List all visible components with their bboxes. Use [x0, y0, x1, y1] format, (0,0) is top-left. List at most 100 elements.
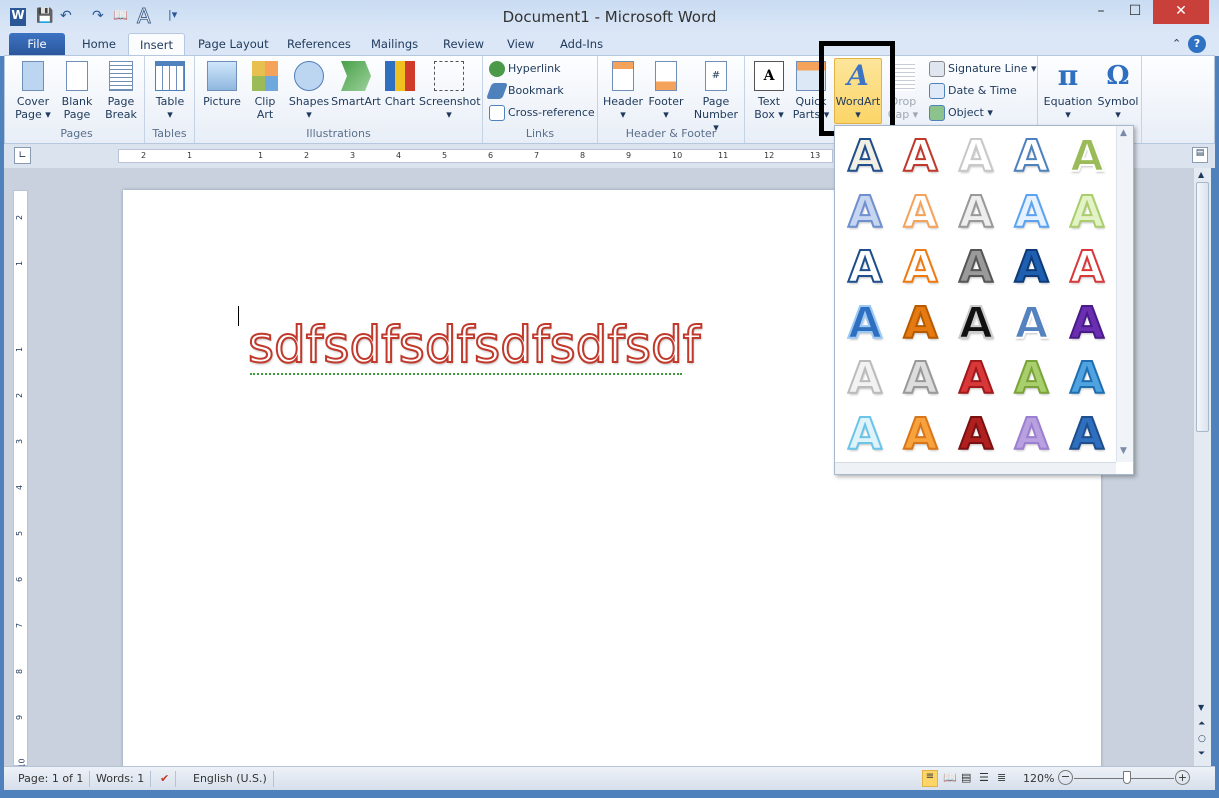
help-icon[interactable]: ?	[1188, 35, 1206, 53]
wordart-style-12[interactable]: A	[895, 241, 947, 295]
footer-button[interactable]: Footer ▾	[646, 59, 686, 121]
language[interactable]: English (U.S.)	[187, 771, 274, 787]
minimize-button[interactable]: –	[1084, 0, 1118, 24]
date-time-button[interactable]: Date & Time	[929, 81, 1017, 101]
scroll-up-icon[interactable]: ▲	[1120, 128, 1127, 138]
wordart-style-30[interactable]: A	[1061, 408, 1113, 462]
zoom-in-button[interactable]: +	[1175, 770, 1190, 785]
wordart-style-10[interactable]: A	[1061, 186, 1113, 240]
text-cursor	[238, 306, 239, 326]
tab-review[interactable]: Review	[432, 33, 495, 56]
wordart-style-21[interactable]: A	[839, 352, 891, 406]
next-page-icon[interactable]: ⏷	[1198, 749, 1205, 759]
tab-add-ins[interactable]: Add-Ins	[549, 33, 614, 56]
wordart-text[interactable]: sdfsdfsdfsdfsdfsdf	[247, 315, 701, 375]
smartart-button[interactable]: SmartArt	[331, 59, 381, 108]
tab-mailings[interactable]: Mailings	[360, 33, 429, 56]
wordart-style-18[interactable]: A	[950, 297, 1002, 351]
wordart-style-6[interactable]: A	[839, 186, 891, 240]
proofing-icon[interactable]: ✔	[154, 771, 177, 787]
wordart-style-29[interactable]: A	[1006, 408, 1058, 462]
scroll-thumb[interactable]	[1196, 182, 1209, 432]
wordart-style-7[interactable]: A	[895, 186, 947, 240]
shapes-button[interactable]: Shapes ▾	[287, 59, 331, 121]
screenshot-button[interactable]: Screenshot ▾	[419, 59, 481, 121]
wordart-style-28[interactable]: A	[950, 408, 1002, 462]
zoom-level[interactable]: 120%	[1023, 772, 1054, 785]
symbol-button[interactable]: Ω Symbol ▾	[1096, 59, 1140, 121]
zoom-out-button[interactable]: −	[1058, 770, 1073, 785]
header-button[interactable]: Header ▾	[602, 59, 644, 121]
equation-button[interactable]: π Equation ▾	[1042, 59, 1094, 122]
zoom-slider-thumb[interactable]	[1122, 771, 1131, 784]
wordart-style-3[interactable]: A	[950, 130, 1002, 184]
cover-page-button[interactable]: Cover Page ▾	[13, 59, 53, 121]
minimize-ribbon-icon[interactable]: ⌃	[1172, 37, 1181, 50]
vertical-scrollbar[interactable]: ▲ ▼ ⏶ ○ ⏷	[1193, 168, 1211, 766]
web-layout-icon[interactable]: ▤	[961, 771, 971, 784]
hyperlink-button[interactable]: Hyperlink	[489, 59, 561, 79]
tab-view[interactable]: View	[496, 33, 545, 56]
page-break-button[interactable]: Page Break	[101, 59, 141, 121]
page-count[interactable]: Page: 1 of 1	[12, 771, 91, 787]
ruler-tick-label: 2	[15, 392, 25, 399]
wordart-style-23[interactable]: A	[950, 352, 1002, 406]
horizontal-ruler[interactable]: 2 1 1 2 3 4 5 6 7 8 9 10 11 12 13	[118, 149, 833, 163]
cross-reference-button[interactable]: Cross-reference	[489, 103, 595, 123]
blank-page-button[interactable]: Blank Page	[59, 59, 95, 121]
wordart-style-20[interactable]: A	[1061, 297, 1113, 351]
chart-button[interactable]: Chart	[383, 59, 417, 108]
gallery-scrollbar[interactable]: ▲ ▼	[1116, 126, 1133, 462]
wordart-style-5[interactable]: A	[1061, 130, 1113, 184]
outline-icon[interactable]: ☰	[979, 771, 989, 784]
label: Text Box	[754, 95, 781, 121]
scroll-down-icon[interactable]: ▼	[1198, 703, 1204, 712]
view-ruler-icon[interactable]: ▤	[1192, 147, 1208, 163]
wordart-style-11[interactable]: A	[839, 241, 891, 295]
table-button[interactable]: Table ▾	[149, 59, 191, 121]
tab-page-layout[interactable]: Page Layout	[187, 33, 280, 56]
scroll-down-icon[interactable]: ▼	[1120, 446, 1127, 456]
picture-button[interactable]: Picture	[199, 59, 245, 108]
wordart-style-15[interactable]: A	[1061, 241, 1113, 295]
wordart-style-14[interactable]: A	[1006, 241, 1058, 295]
tab-selector[interactable]: ∟	[14, 147, 31, 164]
wordart-style-22[interactable]: A	[895, 352, 947, 406]
wordart-style-25[interactable]: A	[1061, 352, 1113, 406]
word-count[interactable]: Words: 1	[90, 771, 152, 787]
gallery-resize-bar[interactable]	[835, 462, 1116, 474]
wordart-style-2[interactable]: A	[895, 130, 947, 184]
label: Shapes	[288, 95, 330, 108]
draft-icon[interactable]: ≣	[997, 771, 1006, 784]
previous-page-icon[interactable]: ⏶	[1198, 719, 1205, 729]
scroll-up-icon[interactable]: ▲	[1198, 170, 1204, 179]
signature-line-button[interactable]: Signature Line ▾	[929, 59, 1037, 79]
wordart-style-17[interactable]: A	[895, 297, 947, 351]
wordart-style-4[interactable]: A	[1006, 130, 1058, 184]
wordart-style-16[interactable]: A	[839, 297, 891, 351]
ruler-tick-label: 8	[15, 668, 25, 675]
wordart-style-8[interactable]: A	[950, 186, 1002, 240]
print-layout-icon[interactable]: ≡	[922, 770, 938, 787]
wordart-style-27[interactable]: A	[895, 408, 947, 462]
tab-references[interactable]: References	[276, 33, 362, 56]
tab-insert[interactable]: Insert	[128, 33, 185, 56]
bookmark-button[interactable]: Bookmark	[486, 81, 564, 101]
wordart-style-9[interactable]: A	[1006, 186, 1058, 240]
wordart-style-26[interactable]: A	[839, 408, 891, 462]
wordart-style-1[interactable]: A	[839, 130, 891, 184]
clip-art-button[interactable]: Clip Art	[247, 59, 283, 121]
wordart-style-13[interactable]: A	[950, 241, 1002, 295]
close-button[interactable]: ✕	[1153, 0, 1209, 24]
vertical-ruler[interactable]: 2 1 1 2 3 4 5 6 7 8 9 10	[13, 190, 28, 769]
page-number-button[interactable]: # Page Number ▾	[690, 59, 742, 134]
text-box-button[interactable]: A Text Box ▾	[749, 59, 789, 121]
object-button[interactable]: Object ▾	[929, 103, 993, 123]
maximize-button[interactable]: ☐	[1118, 0, 1152, 24]
tab-home[interactable]: Home	[71, 33, 127, 56]
full-screen-reading-icon[interactable]: 📖	[943, 771, 957, 784]
wordart-style-19[interactable]: A	[1006, 297, 1058, 351]
wordart-style-24[interactable]: A	[1006, 352, 1058, 406]
browse-object-icon[interactable]: ○	[1198, 734, 1206, 744]
tab-file[interactable]: File	[9, 33, 65, 56]
